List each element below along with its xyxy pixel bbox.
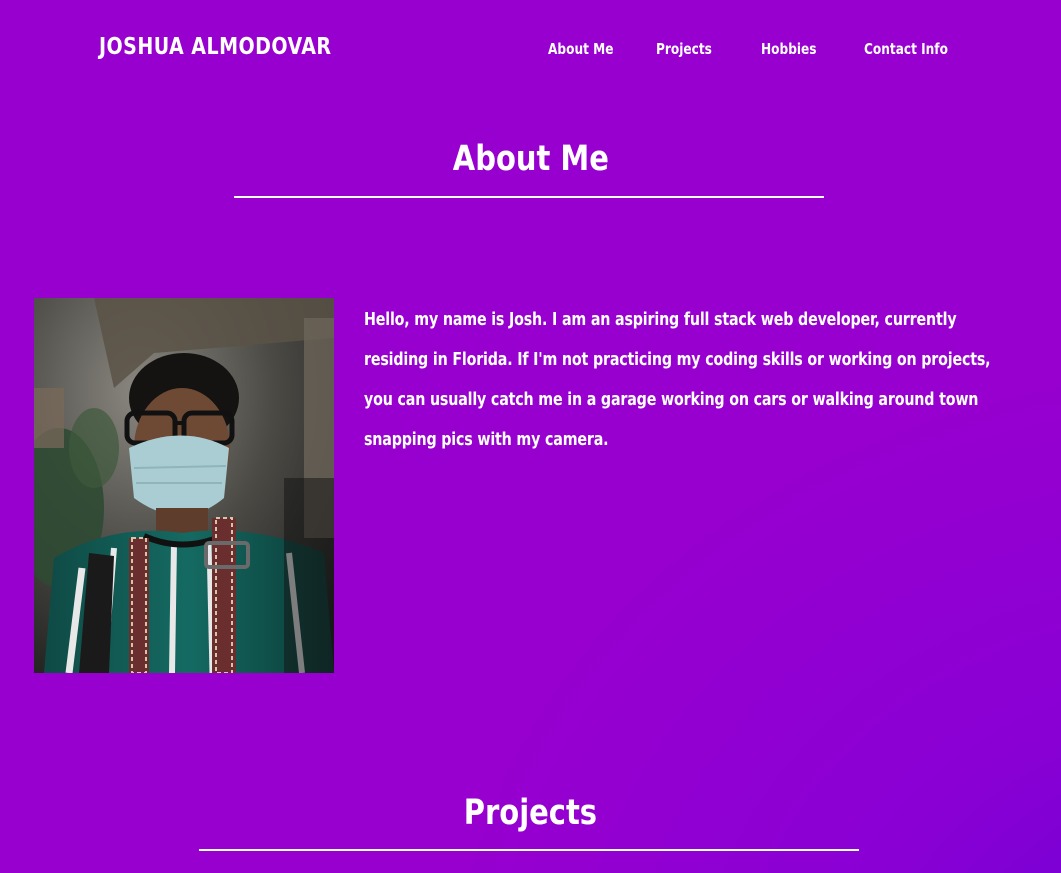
projects-divider xyxy=(199,849,859,851)
nav-link-hobbies[interactable]: Hobbies xyxy=(761,40,817,58)
about-divider xyxy=(234,196,824,198)
about-heading: About Me xyxy=(452,139,609,179)
bio-text: Hello, my name is Josh. I am an aspiring… xyxy=(364,309,991,450)
nav-link-projects[interactable]: Projects xyxy=(656,40,712,58)
brand-name: JOSHUA ALMODOVAR xyxy=(99,34,332,60)
nav-link-contact-info[interactable]: Contact Info xyxy=(864,40,948,58)
profile-photo xyxy=(34,298,334,673)
nav-link-about-me[interactable]: About Me xyxy=(548,40,613,58)
projects-heading: Projects xyxy=(463,793,598,833)
